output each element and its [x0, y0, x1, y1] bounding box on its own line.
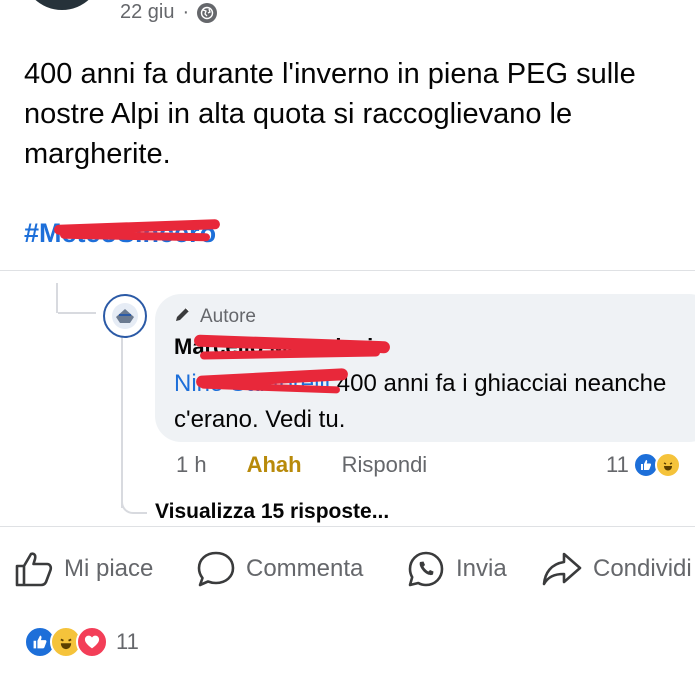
divider-actions	[0, 526, 695, 527]
comment-time: 1 h	[176, 452, 207, 477]
reaction-ahah-button[interactable]: Ahah	[247, 452, 302, 478]
author-avatar[interactable]	[22, 0, 102, 10]
share-button[interactable]: Condividi	[541, 550, 692, 588]
divider-top	[0, 270, 695, 271]
like-button[interactable]: Mi piace	[14, 550, 153, 588]
thread-line	[56, 283, 58, 313]
pencil-icon	[174, 305, 192, 329]
share-arrow-icon	[541, 550, 583, 588]
share-button-label: Condividi	[593, 555, 692, 582]
comment-reaction-count: 11	[606, 452, 629, 477]
whatsapp-icon	[406, 550, 446, 588]
post-reaction-summary[interactable]: 11	[24, 626, 139, 658]
thumbs-up-icon	[14, 550, 54, 588]
comment-button[interactable]: Commenta	[196, 550, 363, 588]
send-button[interactable]: Invia	[406, 550, 507, 588]
thread-line-curve	[121, 490, 147, 514]
haha-reaction-icon	[654, 452, 681, 478]
love-reaction-icon	[76, 626, 108, 658]
like-button-label: Mi piace	[64, 555, 154, 582]
globe-icon	[197, 2, 218, 23]
post-actions-bar: Mi piace Commenta Invia Condividi	[14, 550, 695, 590]
comment-reaction-summary[interactable]: 11	[606, 452, 681, 478]
comment-button-label: Commenta	[246, 555, 364, 582]
author-badge: Autore	[174, 305, 256, 329]
meta-separator: ·	[182, 1, 190, 23]
thread-line-connector	[58, 312, 96, 314]
view-replies-link[interactable]: Visualizza 15 risposte...	[155, 500, 389, 524]
post-text: 400 anni fa durante l'inverno in piena P…	[24, 58, 636, 170]
post-time[interactable]: 22 giu	[120, 1, 175, 24]
reply-button[interactable]: Rispondi	[342, 452, 428, 478]
post-meta: 22 giu ·	[120, 1, 218, 24]
thread-line-vertical	[121, 336, 123, 508]
send-button-label: Invia	[456, 555, 507, 582]
post-reaction-count: 11	[116, 629, 139, 654]
speech-bubble-icon	[196, 550, 236, 588]
comment-actions: 1 h Ahah Rispondi	[176, 452, 427, 478]
commenter-avatar[interactable]	[103, 294, 147, 338]
author-badge-label: Autore	[200, 306, 256, 327]
